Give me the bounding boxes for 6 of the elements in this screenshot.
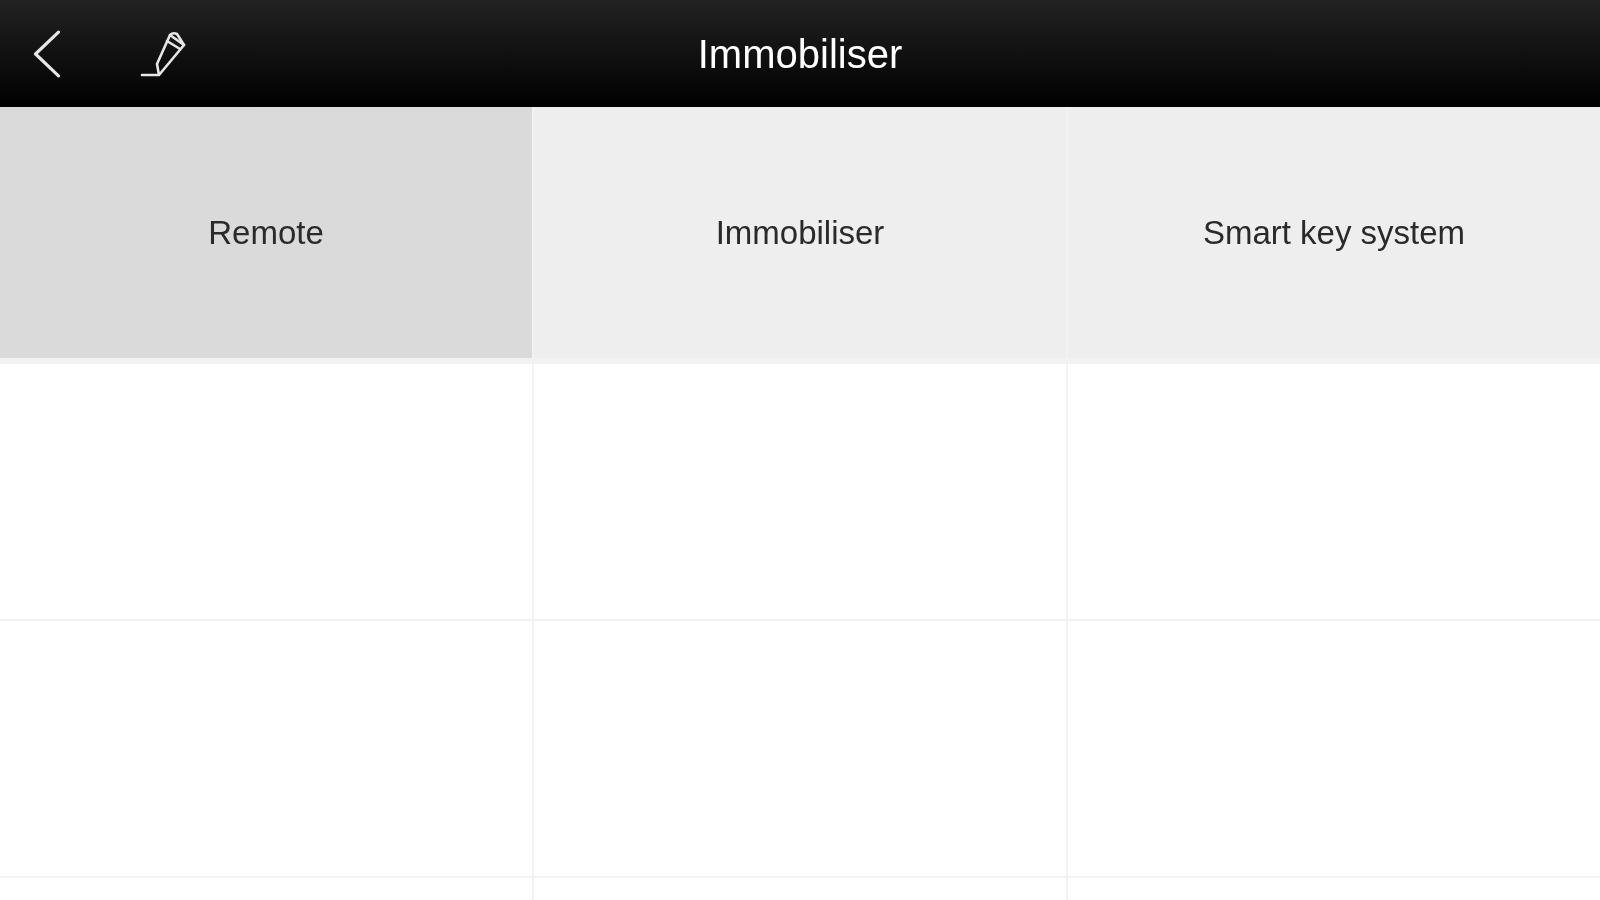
back-icon bbox=[32, 29, 62, 78]
pencil-icon bbox=[140, 30, 188, 77]
menu-tile[interactable]: Remote bbox=[0, 107, 532, 358]
window-title: Immobiliser bbox=[697, 31, 903, 76]
menu-tile[interactable]: Smart key system bbox=[1068, 107, 1600, 358]
menu-tile[interactable]: Immobiliser bbox=[534, 107, 1066, 358]
